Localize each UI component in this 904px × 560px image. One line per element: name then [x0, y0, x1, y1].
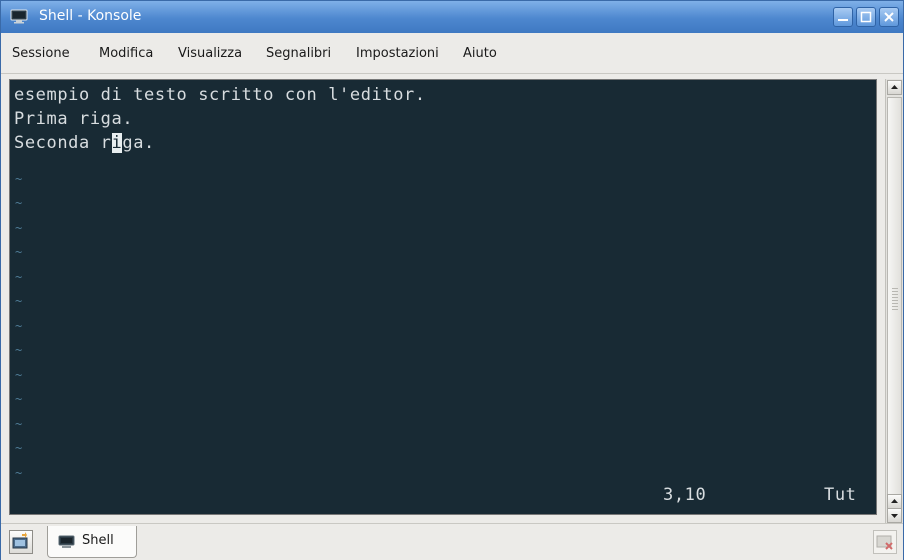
menu-modifica[interactable]: Modifica: [99, 46, 153, 61]
text-line: Seconda riga.: [14, 133, 155, 153]
empty-line-marker: ~: [15, 466, 23, 480]
empty-line-marker: ~: [15, 245, 23, 259]
window-title: Shell - Konsole: [39, 8, 142, 24]
menu-visualizza[interactable]: Visualizza: [178, 46, 242, 61]
empty-line-marker: ~: [15, 294, 23, 308]
arrow-down-icon: [891, 514, 898, 518]
empty-line-marker: ~: [15, 196, 23, 210]
konsole-window: Shell - Konsole Sessione Modifica Visual…: [0, 0, 904, 560]
menu-segnalibri[interactable]: Segnalibri: [266, 46, 331, 61]
cursor-position: 3,10: [663, 485, 707, 505]
terminal-area[interactable]: esempio di testo scritto con l'editor. P…: [9, 79, 877, 515]
close-icon: [884, 12, 894, 22]
text-before-cursor: Seconda r: [14, 133, 112, 153]
terminal-icon: [10, 9, 28, 24]
empty-line-marker: ~: [15, 441, 23, 455]
text-line: esempio di testo scritto con l'editor.: [14, 85, 426, 105]
vertical-scrollbar[interactable]: [885, 79, 903, 525]
new-session-icon: [12, 532, 28, 549]
empty-line-marker: ~: [15, 343, 23, 357]
empty-line-marker: ~: [15, 368, 23, 382]
tab-shell[interactable]: Shell: [47, 526, 137, 558]
arrow-up-icon: [891, 499, 898, 503]
empty-line-marker: ~: [15, 270, 23, 284]
menu-bar: Sessione Modifica Visualizza Segnalibri …: [1, 33, 903, 74]
menu-aiuto[interactable]: Aiuto: [463, 46, 497, 61]
scrollbar-thumb[interactable]: [887, 97, 902, 501]
title-bar[interactable]: Shell - Konsole: [1, 1, 903, 33]
text-line: Prima riga.: [14, 109, 134, 129]
session-tab-bar: Shell: [1, 523, 903, 560]
minimize-button[interactable]: [833, 7, 853, 27]
text-after-cursor: ga.: [122, 133, 155, 153]
scroll-up-button[interactable]: [887, 80, 902, 95]
new-session-button[interactable]: [9, 530, 33, 554]
empty-line-marker: ~: [15, 221, 23, 235]
grip-icon: [892, 288, 898, 310]
text-cursor: i: [111, 133, 123, 153]
scroll-up-button-lower[interactable]: [887, 494, 902, 509]
maximize-icon: [860, 11, 872, 23]
menu-sessione[interactable]: Sessione: [12, 46, 70, 61]
maximize-button[interactable]: [856, 7, 876, 27]
scroll-down-button[interactable]: [887, 508, 902, 523]
scroll-position: Tut: [824, 485, 857, 505]
terminal-icon: [58, 535, 75, 548]
arrow-up-icon: [891, 85, 898, 89]
menu-impostazioni[interactable]: Impostazioni: [356, 46, 439, 61]
empty-line-marker: ~: [15, 392, 23, 406]
close-session-icon: [876, 535, 893, 550]
empty-line-marker: ~: [15, 417, 23, 431]
minimize-icon: [838, 19, 848, 21]
tab-label: Shell: [82, 533, 114, 548]
empty-line-marker: ~: [15, 319, 23, 333]
close-session-button[interactable]: [873, 530, 897, 554]
empty-line-marker: ~: [15, 172, 23, 186]
close-button[interactable]: [879, 7, 899, 27]
